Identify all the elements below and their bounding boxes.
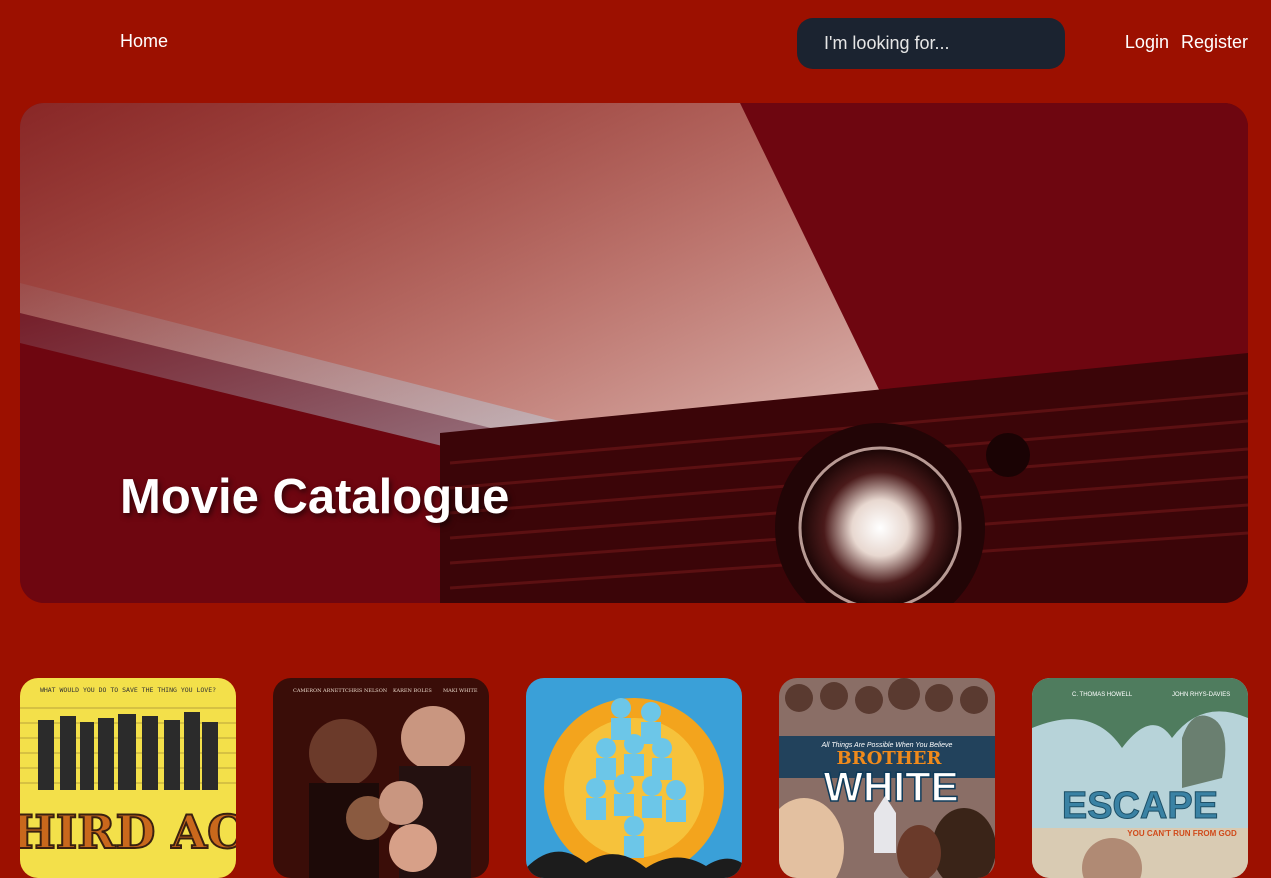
poster-credit: MAKI WHITE — [443, 688, 478, 694]
poster-title: THIRD ACT — [20, 805, 236, 859]
movie-poster-row: WHAT WOULD YOU DO TO SAVE THE THING YOU … — [20, 678, 1248, 878]
top-navigation: Home Login Register — [0, 0, 1271, 90]
poster-credit: C. THOMAS HOWELL — [1072, 692, 1133, 698]
poster-tagline: YOU CAN'T RUN FROM GOD — [1127, 829, 1237, 838]
movie-poster[interactable]: CAMERON ARNETT CHRIS NELSON KAREN BOLES … — [273, 678, 489, 878]
auth-links: Login Register — [1125, 32, 1248, 53]
search-box[interactable] — [797, 18, 1065, 69]
poster-credit: JOHN RHYS-DAVIES — [1172, 692, 1230, 698]
movie-poster[interactable]: WHAT WOULD YOU DO TO SAVE THE THING YOU … — [20, 678, 236, 878]
poster-title: WHITE — [823, 763, 958, 810]
register-link[interactable]: Register — [1181, 32, 1248, 53]
page-title: Movie Catalogue — [120, 470, 510, 524]
movie-poster[interactable]: All Things Are Possible When You Believe… — [779, 678, 995, 878]
poster-image: WHAT WOULD YOU DO TO SAVE THE THING YOU … — [20, 678, 236, 878]
poster-image: CAMERON ARNETT CHRIS NELSON KAREN BOLES … — [273, 678, 489, 878]
projector-image — [20, 103, 1248, 603]
hero-banner: Movie Catalogue — [20, 103, 1248, 603]
poster-credit: CHRIS NELSON — [345, 688, 388, 694]
search-input[interactable] — [822, 32, 1056, 55]
movie-poster[interactable]: C. THOMAS HOWELL JOHN RHYS-DAVIES ESCAPE… — [1032, 678, 1248, 878]
movie-poster[interactable] — [526, 678, 742, 878]
poster-image: All Things Are Possible When You Believe… — [779, 678, 995, 878]
poster-tagline: WHAT WOULD YOU DO TO SAVE THE THING YOU … — [40, 686, 216, 694]
poster-title: ESCAPE — [1062, 785, 1218, 827]
poster-image — [526, 678, 742, 878]
login-link[interactable]: Login — [1125, 32, 1169, 53]
poster-credit: KAREN BOLES — [393, 688, 432, 694]
poster-credit: CAMERON ARNETT — [293, 688, 346, 694]
poster-image: C. THOMAS HOWELL JOHN RHYS-DAVIES ESCAPE… — [1032, 678, 1248, 878]
nav-home-link[interactable]: Home — [120, 31, 168, 52]
